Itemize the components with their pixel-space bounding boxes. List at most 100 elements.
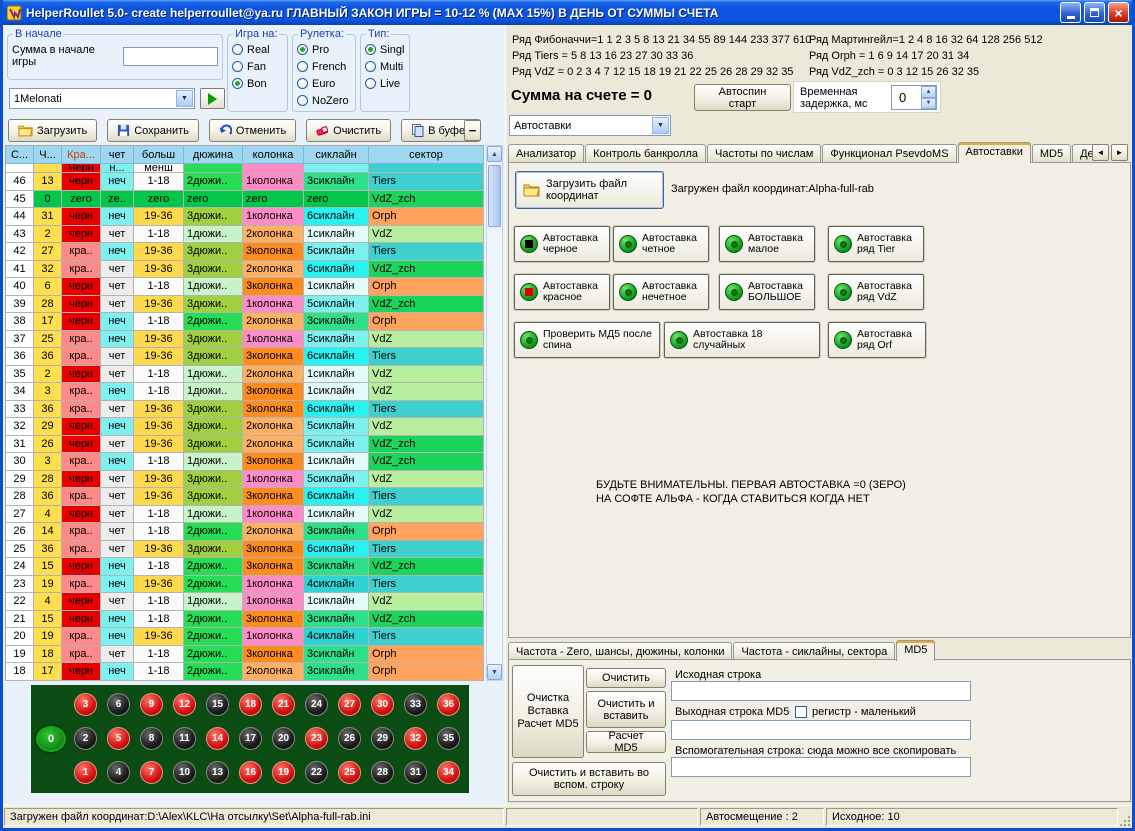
radio-live[interactable]: Live — [365, 75, 405, 92]
board-number-19[interactable]: 19 — [272, 761, 295, 784]
board-number-15[interactable]: 15 — [206, 693, 229, 716]
table-row[interactable]: 432чернчет1-181дюжи..2колонка1сиклайнVdZ — [6, 226, 484, 244]
register-checkbox[interactable] — [795, 706, 807, 718]
radio-multi[interactable]: Multi — [365, 58, 405, 75]
board-number-36[interactable]: 36 — [437, 693, 460, 716]
board-number-12[interactable]: 12 — [173, 693, 196, 716]
bet-button-1[interactable]: Автоставка черное — [514, 226, 610, 262]
table-row[interactable]: 4431черннеч19-363дюжи..1колонка6сиклайнO… — [6, 208, 484, 226]
board-number-30[interactable]: 30 — [371, 693, 394, 716]
load-button[interactable]: Загрузить — [8, 119, 97, 142]
md5-calc-button[interactable]: Расчет MD5 — [586, 731, 666, 753]
preset-combobox[interactable]: 1Melonati ▼ — [9, 88, 195, 109]
board-number-33[interactable]: 33 — [404, 693, 427, 716]
table-row[interactable]: 2415черннеч1-182дюжи..3колонка3сиклайнVd… — [6, 558, 484, 576]
scroll-thumb[interactable] — [488, 165, 501, 227]
maximize-button[interactable] — [1084, 2, 1105, 23]
collapse-button[interactable]: − — [464, 120, 481, 141]
table-scrollbar[interactable]: ▲ ▼ — [486, 145, 503, 681]
output-string-input[interactable] — [671, 720, 971, 740]
board-number-35[interactable]: 35 — [437, 727, 460, 750]
board-number-5[interactable]: 5 — [107, 727, 130, 750]
bet-button-9[interactable]: Проверить МД5 после спина — [514, 322, 660, 358]
bet-button-4[interactable]: Автоставка ряд Tier — [828, 226, 924, 262]
radio-pro[interactable]: Pro — [297, 41, 351, 58]
table-row[interactable]: 3126чернчет19-363дюжи..2колонка5сиклайнV… — [6, 436, 484, 454]
bet-button-7[interactable]: Автоставка БОЛЬШОЕ — [719, 274, 815, 310]
bet-button-6[interactable]: Автоставка нечетное — [613, 274, 709, 310]
board-number-34[interactable]: 34 — [437, 761, 460, 784]
board-number-3[interactable]: 3 — [74, 693, 97, 716]
board-number-2[interactable]: 2 — [74, 727, 97, 750]
board-number-23[interactable]: 23 — [305, 727, 328, 750]
table-row[interactable]: 450zeroze..zerozerozerozeroVdZ_zch — [6, 191, 484, 209]
radio-french[interactable]: French — [297, 58, 351, 75]
table-row[interactable]: 3817черннеч1-182дюжи..2колонка3сиклайнOr… — [6, 313, 484, 331]
table-row[interactable]: 274чернчет1-181дюжи..1колонка1сиклайнVdZ — [6, 506, 484, 524]
tab-6[interactable]: MD5 — [1032, 144, 1071, 163]
column-header[interactable]: С... — [6, 146, 34, 164]
board-number-16[interactable]: 16 — [239, 761, 262, 784]
board-number-27[interactable]: 27 — [338, 693, 361, 716]
autospin-start-button[interactable]: Автоспин старт — [694, 84, 791, 111]
radio-fan[interactable]: Fan — [232, 58, 283, 75]
column-header[interactable]: сиклайн — [304, 146, 369, 164]
table-row[interactable]: 2319кра..неч19-362дюжи..1колонка4сиклайн… — [6, 576, 484, 594]
table-row[interactable]: 352чернчет1-181дюжи..2колонка1сиклайнVdZ — [6, 366, 484, 384]
column-header[interactable]: Ч... — [34, 146, 62, 164]
table-row[interactable]: 2614кра..чет1-182дюжи..2колонка3сиклайнO… — [6, 523, 484, 541]
board-number-0[interactable]: 0 — [36, 726, 66, 752]
board-number-32[interactable]: 32 — [404, 727, 427, 750]
board-number-4[interactable]: 4 — [107, 761, 130, 784]
scroll-up-icon[interactable]: ▲ — [487, 146, 502, 162]
bet-button-3[interactable]: Автоставка малое — [719, 226, 815, 262]
board-number-7[interactable]: 7 — [140, 761, 163, 784]
table-row[interactable]: 4132кра..чет19-363дюжи..2колонка6сиклайн… — [6, 261, 484, 279]
board-number-28[interactable]: 28 — [371, 761, 394, 784]
chevron-down-icon[interactable]: ▼ — [652, 117, 669, 134]
board-number-6[interactable]: 6 — [107, 693, 130, 716]
board-number-22[interactable]: 22 — [305, 761, 328, 784]
radio-singl[interactable]: Singl — [365, 41, 405, 58]
bet-button-5[interactable]: Автоставка красное — [514, 274, 610, 310]
minimize-button[interactable] — [1060, 2, 1081, 23]
bet-button-10[interactable]: Автоставка 18 случайных — [664, 322, 820, 358]
table-row[interactable]: 224чернчет1-181дюжи..1колонка1сиклайнVdZ — [6, 593, 484, 611]
tab-3[interactable]: Частоты по числам — [707, 144, 821, 163]
save-button[interactable]: Сохранить — [107, 119, 199, 142]
table-row[interactable]: 2536кра..чет19-363дюжи..3колонка6сиклайн… — [6, 541, 484, 559]
table-row[interactable]: 2836кра..чет19-363дюжи..3колонка6сиклайн… — [6, 488, 484, 506]
table-row[interactable]: 303кра..неч1-181дюжи..3колонка1сиклайнVd… — [6, 453, 484, 471]
board-number-11[interactable]: 11 — [173, 727, 196, 750]
md5-clear-button[interactable]: Очистить — [586, 668, 666, 688]
table-row[interactable]: 1918кра..чет1-182дюжи..3колонка3сиклайнO… — [6, 646, 484, 664]
board-number-17[interactable]: 17 — [239, 727, 262, 750]
source-string-input[interactable] — [671, 681, 971, 701]
board-number-20[interactable]: 20 — [272, 727, 295, 750]
tab-5[interactable]: Автоставки — [958, 142, 1031, 163]
tabs-scroll-right-icon[interactable]: ► — [1111, 144, 1128, 161]
table-row[interactable]: 4613черннеч1-182дюжи..1колонка3сиклайнTi… — [6, 173, 484, 191]
column-header[interactable]: Кра... — [62, 146, 101, 164]
autostavki-combobox[interactable]: Автоставки ▼ — [509, 115, 671, 136]
board-number-18[interactable]: 18 — [239, 693, 262, 716]
clear-paste-aux-button[interactable]: Очистить и вставить во вспом. строку — [512, 762, 666, 796]
radio-bon[interactable]: Bon — [232, 75, 283, 92]
start-sum-input[interactable] — [123, 47, 218, 66]
table-row[interactable]: 3928чернчет19-363дюжи..1колонка5сиклайнV… — [6, 296, 484, 314]
column-header[interactable]: сектор — [369, 146, 484, 164]
bottom-tab-3[interactable]: MD5 — [896, 640, 935, 661]
column-header[interactable]: дюжина — [184, 146, 243, 164]
board-number-26[interactable]: 26 — [338, 727, 361, 750]
board-number-14[interactable]: 14 — [206, 727, 229, 750]
board-number-21[interactable]: 21 — [272, 693, 295, 716]
load-coordinates-button[interactable]: Загрузить файл координат — [515, 171, 664, 209]
clear-paste-calc-md5-button[interactable]: Очистка Вставка Расчет MD5 — [512, 665, 584, 758]
radio-real[interactable]: Real — [232, 41, 283, 58]
resize-grip[interactable] — [1118, 814, 1131, 827]
table-row[interactable]: 3725кра..неч19-363дюжи..1колонка5сиклайн… — [6, 331, 484, 349]
board-number-9[interactable]: 9 — [140, 693, 163, 716]
table-row[interactable]: 2928чернчет19-363дюжи..1колонка5сиклайнV… — [6, 471, 484, 489]
bet-button-11[interactable]: Автоставка ряд Orf — [828, 322, 926, 358]
md5-clear-paste-button[interactable]: Очистить и вставить — [586, 691, 666, 728]
